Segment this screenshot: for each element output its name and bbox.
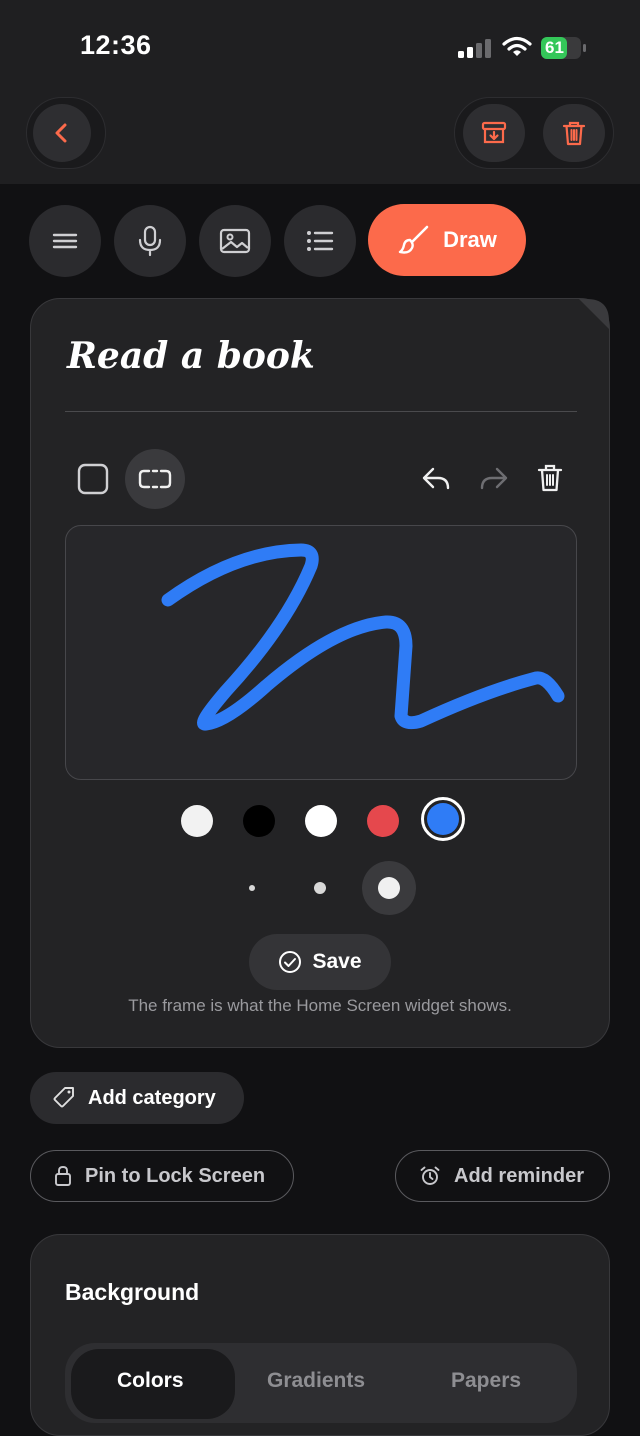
lock-icon: [55, 1166, 71, 1186]
draw-tool-button[interactable]: Draw: [368, 204, 526, 276]
checkbox-icon[interactable]: [77, 463, 109, 495]
widget-hint-text: The frame is what the Home Screen widget…: [128, 996, 512, 1015]
color-swatch-red[interactable]: [367, 805, 399, 837]
redo-icon[interactable]: [479, 465, 509, 493]
tab-gradients[interactable]: Gradients: [267, 1369, 365, 1393]
back-button-container: [26, 97, 106, 169]
top-bar: 12:36 61: [0, 0, 640, 184]
page-fold-corner: [579, 299, 609, 329]
text-lines-icon: [52, 233, 78, 249]
color-swatch-light-gray[interactable]: [181, 805, 213, 837]
frame-icon: [138, 469, 172, 489]
back-button[interactable]: [33, 104, 91, 162]
check-circle-icon: [279, 951, 302, 973]
note-card: Read a book Save The frame is what the H…: [30, 298, 610, 1048]
delete-note-button[interactable]: [543, 104, 605, 162]
brush-size-medium[interactable]: [314, 882, 326, 894]
note-title[interactable]: Read a book: [67, 335, 315, 377]
draw-tool-label: Draw: [443, 227, 497, 252]
wifi-icon: [502, 36, 532, 56]
tag-icon: [53, 1087, 74, 1108]
microphone-icon: [138, 225, 162, 257]
background-tabs: Colors Gradients Papers: [65, 1343, 577, 1423]
tab-colors[interactable]: Colors: [117, 1369, 184, 1393]
background-card: Background Colors Gradients Papers: [30, 1234, 610, 1436]
battery-indicator: 61: [541, 37, 587, 59]
save-label: Save: [312, 950, 362, 973]
cellular-signal-icon: [458, 39, 491, 58]
brush-icon: [398, 225, 429, 254]
note-actions-container: [454, 97, 614, 169]
title-divider: [65, 411, 577, 412]
pin-lock-screen-button[interactable]: Pin to Lock Screen: [30, 1150, 294, 1202]
clear-drawing-icon[interactable]: [536, 463, 564, 493]
archive-icon: [481, 121, 507, 144]
add-category-label: Add category: [88, 1086, 216, 1109]
color-swatch-black[interactable]: [243, 805, 275, 837]
pin-lock-screen-label: Pin to Lock Screen: [85, 1164, 266, 1187]
color-swatch-white[interactable]: [305, 805, 337, 837]
status-time: 12:36: [80, 30, 152, 60]
chevron-left-icon: [55, 123, 67, 143]
color-swatch-blue-selected[interactable]: [421, 797, 465, 841]
text-tool-button[interactable]: [29, 205, 101, 277]
archive-button[interactable]: [463, 104, 525, 162]
alarm-clock-icon: [420, 1166, 440, 1185]
tab-papers[interactable]: Papers: [451, 1369, 521, 1393]
add-category-button[interactable]: Add category: [30, 1072, 244, 1124]
trash-icon: [562, 121, 586, 146]
background-title: Background: [65, 1279, 200, 1305]
brush-size-large: [378, 877, 400, 899]
frame-toggle-button[interactable]: [125, 449, 185, 509]
image-tool-button[interactable]: [199, 205, 271, 277]
image-icon: [219, 228, 251, 254]
brush-size-large-selected[interactable]: [362, 861, 416, 915]
drawing-stroke: [161, 543, 565, 731]
battery-level: 61: [545, 38, 564, 57]
drawing-canvas[interactable]: [65, 525, 577, 780]
add-reminder-label: Add reminder: [454, 1164, 585, 1187]
list-tool-button[interactable]: [284, 205, 356, 277]
add-reminder-button[interactable]: Add reminder: [395, 1150, 610, 1202]
color-swatch-blue: [427, 803, 459, 835]
undo-icon[interactable]: [421, 465, 451, 493]
voice-tool-button[interactable]: [114, 205, 186, 277]
brush-size-small[interactable]: [249, 885, 255, 891]
bullet-list-icon: [307, 231, 334, 251]
save-drawing-button[interactable]: Save: [249, 934, 391, 990]
